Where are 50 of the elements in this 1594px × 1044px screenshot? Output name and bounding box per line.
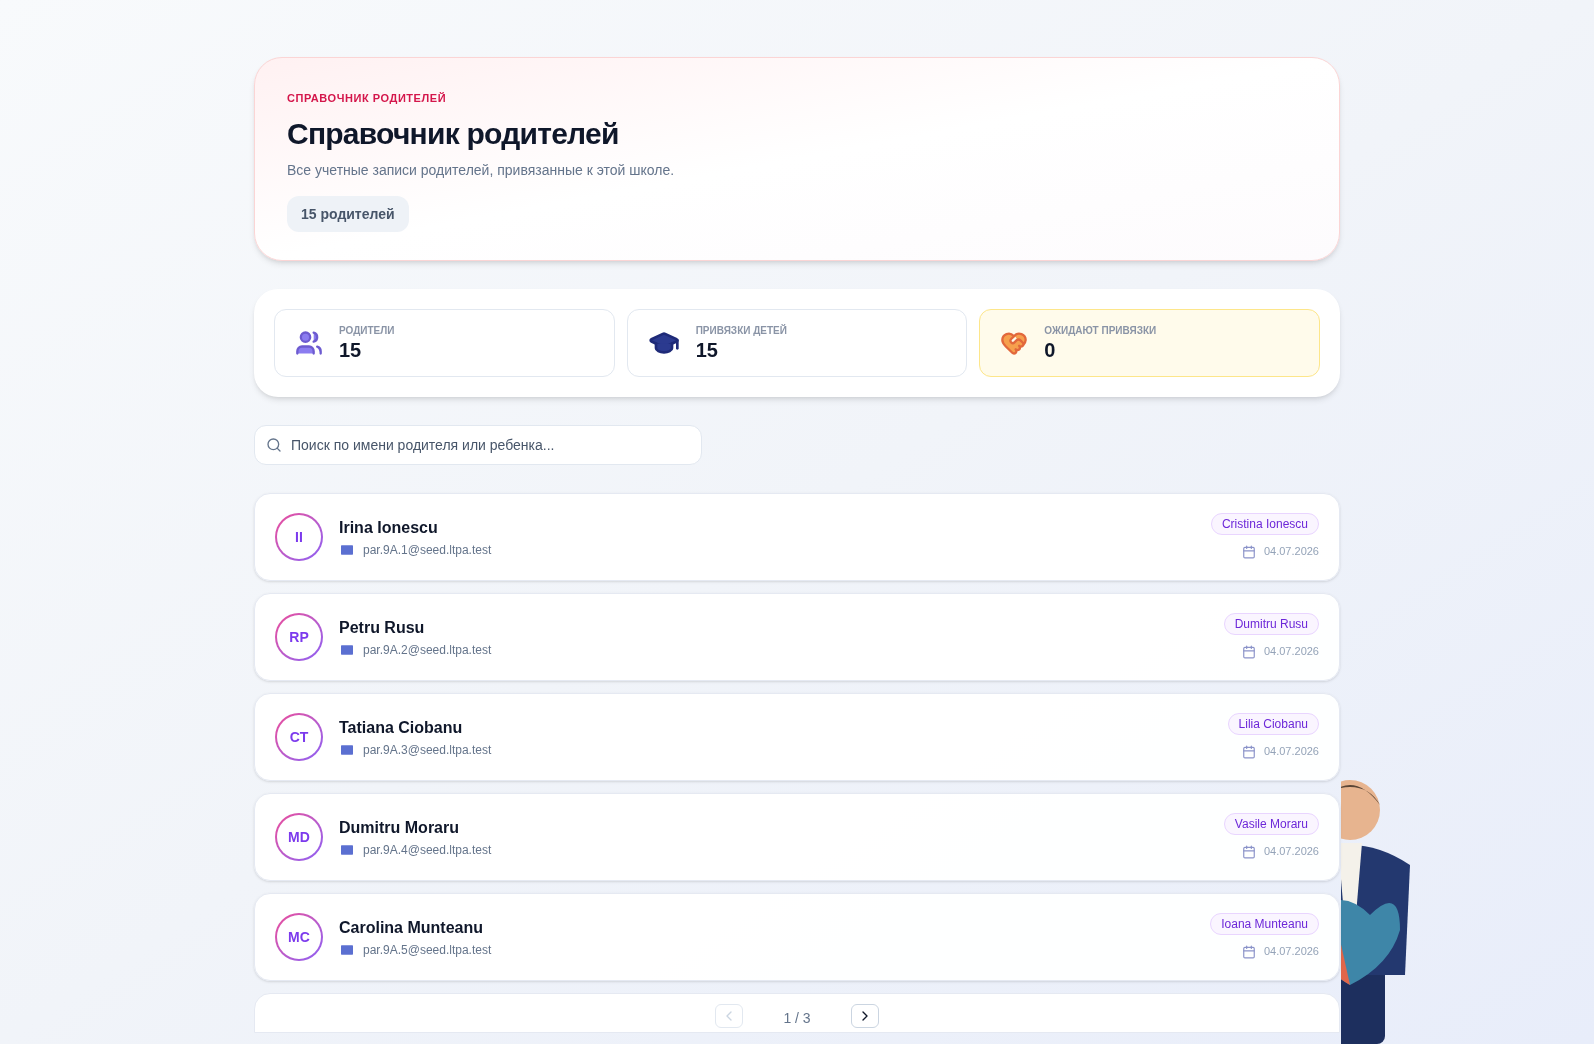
initials-avatar: CT [275, 712, 323, 761]
parent-name: Dumitru Moraru [339, 817, 460, 838]
search-field[interactable]: Поиск по имени родителя или ребенка... [254, 424, 702, 465]
parent-email: par.9A.1@seed.ltpa.test [363, 541, 492, 558]
parent-card[interactable]: II Irina Ionescu par.9A.1@seed.ltpa.test Cristina Ionescu 04.07.2026 [254, 492, 1340, 581]
page-indicator: 1 / 3 [783, 1008, 811, 1028]
parent-name: Irina Ionescu [339, 517, 439, 538]
created-date: 04.07.2026 [1263, 944, 1319, 960]
child-tag[interactable]: Vasile Moraru [1223, 813, 1319, 836]
people-icon [295, 328, 323, 357]
initials-avatar: MC [275, 912, 323, 961]
calendar-icon [1241, 944, 1256, 959]
next-page-button[interactable] [850, 1003, 879, 1028]
parent-email: par.9A.5@seed.ltpa.test [363, 941, 492, 958]
calendar-icon [1241, 844, 1256, 859]
page-title: Справочник родителей [287, 115, 620, 152]
initials-avatar: MD [275, 812, 323, 861]
parent-card[interactable]: MD Dumitru Moraru par.9A.4@seed.ltpa.test Vasile Moraru 04.07.2026 [254, 792, 1340, 881]
stat-label: ПРИВЯЗКИ ДЕТЕЙ [695, 323, 787, 338]
created-date: 04.07.2026 [1263, 544, 1319, 560]
calendar-icon [1241, 544, 1256, 559]
child-tag[interactable]: Ioana Munteanu [1210, 913, 1319, 936]
created-date: 04.07.2026 [1263, 644, 1319, 660]
parent-name: Carolina Munteanu [339, 917, 484, 938]
parent-name: Tatiana Ciobanu [339, 717, 464, 738]
parent-card[interactable]: MC Carolina Munteanu par.9A.5@seed.ltpa.test Ioana Munteanu 04.07.2026 [254, 892, 1340, 981]
child-tag[interactable]: Cristina Ionescu [1210, 513, 1319, 536]
count-badge: 15 родителей [287, 195, 409, 232]
calendar-icon [1241, 744, 1256, 759]
stat-value: 15 [695, 337, 719, 363]
parent-card[interactable]: CT Tatiana Ciobanu par.9A.3@seed.ltpa.test Lilia Ciobanu 04.07.2026 [254, 692, 1340, 781]
page-subtitle: Все учетные записи родителей, привязанные к этой школе. [287, 160, 676, 180]
parent-name: Petru Rusu [339, 617, 426, 638]
calendar-icon [1241, 644, 1256, 659]
search-icon [266, 436, 282, 453]
child-tag[interactable]: Lilia Ciobanu [1227, 713, 1319, 736]
section-eyebrow: СПРАВОЧНИК РОДИТЕЛЕЙ [287, 91, 448, 106]
stat-value: 15 [339, 337, 363, 363]
child-tag[interactable]: Dumitru Rusu [1223, 613, 1319, 636]
stat-value: 0 [1044, 337, 1057, 363]
parent-email: par.9A.4@seed.ltpa.test [363, 841, 492, 858]
parent-email: par.9A.3@seed.ltpa.test [363, 741, 492, 758]
stat-label: ОЖИДАЮТ ПРИВЯЗКИ [1044, 323, 1157, 338]
initials-avatar: RP [275, 612, 323, 661]
parent-card[interactable]: RP Petru Rusu par.9A.2@seed.ltpa.test Dumitru Rusu 04.07.2026 [254, 592, 1340, 681]
stat-label: РОДИТЕЛИ [339, 323, 395, 338]
initials-avatar: II [275, 512, 323, 561]
parent-email: par.9A.2@seed.ltpa.test [363, 641, 492, 658]
created-date: 04.07.2026 [1263, 744, 1319, 760]
created-date: 04.07.2026 [1263, 844, 1319, 860]
